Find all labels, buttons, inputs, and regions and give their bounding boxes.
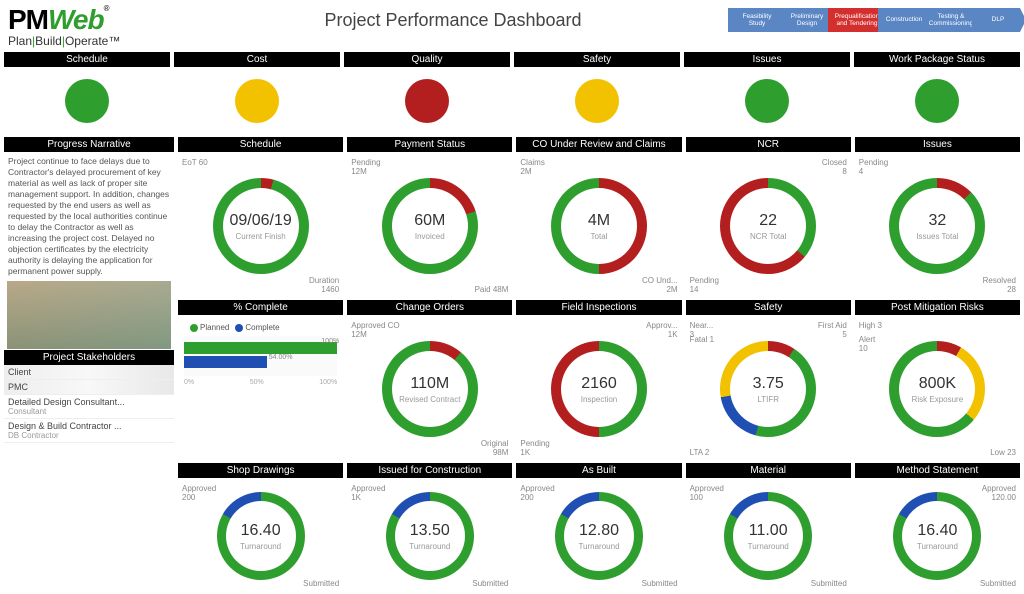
r1-hdr-3: NCR	[686, 137, 851, 152]
r2-hdr-0: % Complete	[178, 300, 343, 315]
status-hdr-3: Safety	[514, 52, 680, 67]
pct-complete-chart[interactable]: PlannedComplete100%54.00%0%50%100%	[178, 317, 343, 461]
donut-label: Submitted	[642, 579, 678, 588]
page-title: Project Performance Dashboard	[178, 4, 728, 31]
r2-hdr-3: Safety	[686, 300, 851, 315]
phase-4[interactable]: Testing & Commissioning	[922, 8, 976, 32]
donut-label: Approved1K	[351, 484, 385, 502]
donut-label: Duration1460	[309, 276, 339, 294]
r3-hdr-1: Issued for Construction	[347, 463, 512, 478]
phase-nav: Feasibility StudyPreliminary DesignPrequ…	[728, 4, 1016, 32]
status-indicator-icon	[575, 79, 619, 123]
donut-label: Submitted	[980, 579, 1016, 588]
phase-2[interactable]: Prequalification and Tendering	[828, 8, 882, 32]
status-dot-5	[854, 69, 1020, 133]
phase-0[interactable]: Feasibility Study	[728, 8, 782, 32]
donut-label: Alert10	[859, 335, 875, 353]
donut-label: Fatal 1	[690, 335, 714, 344]
donut-label: Approved200	[520, 484, 554, 502]
r1-hdr-0: Schedule	[178, 137, 343, 152]
project-image	[7, 281, 171, 349]
donut-co[interactable]: 4MTotalClaims2MCO Und...2M	[516, 154, 681, 298]
donut-label: Pending14	[690, 276, 719, 294]
donut-label: Submitted	[303, 579, 339, 588]
donut-safety[interactable]: 3.75LTIFRNear...3First Aid5LTA 2Fatal 1	[686, 317, 851, 461]
donut-label: Approved CO12M	[351, 321, 399, 339]
logo: PMWeb® Plan|Build|Operate™	[8, 4, 178, 48]
stakeholder-row[interactable]: Client	[4, 365, 174, 380]
donut-issues[interactable]: 32Issues TotalPending4Resolved28	[855, 154, 1020, 298]
status-indicator-icon	[235, 79, 279, 123]
status-hdr-0: Schedule	[4, 52, 170, 67]
r3-hdr-0: Shop Drawings	[178, 463, 343, 478]
donut-asbuilt[interactable]: 12.80TurnaroundApproved200Submitted	[516, 480, 681, 592]
status-indicator-icon	[915, 79, 959, 123]
r3-hdr-2: As Built	[516, 463, 681, 478]
stakeholder-row[interactable]: PMC	[4, 380, 174, 395]
r3-hdr-4: Method Statement	[855, 463, 1020, 478]
donut-label: Pending4	[859, 158, 888, 176]
donut-label: Submitted	[811, 579, 847, 588]
r1-hdr-1: Payment Status	[347, 137, 512, 152]
donut-label: First Aid5	[818, 321, 847, 339]
r2-hdr-2: Field Inspections	[516, 300, 681, 315]
donut-label: High 3	[859, 321, 882, 330]
r1-hdr-4: Issues	[855, 137, 1020, 152]
r3-hdr-3: Material	[686, 463, 851, 478]
donut-label: CO Und...2M	[642, 276, 678, 294]
donut-risk[interactable]: 800KRisk ExposureHigh 3Low 23Alert10	[855, 317, 1020, 461]
status-dot-4	[684, 69, 850, 133]
status-indicator-icon	[405, 79, 449, 123]
r2-hdr-4: Post Mitigation Risks	[855, 300, 1020, 315]
donut-change[interactable]: 110MRevised ContractApproved CO12MOrigin…	[347, 317, 512, 461]
donut-label: Original98M	[481, 439, 509, 457]
donut-label: Pending12M	[351, 158, 380, 176]
status-hdr-1: Cost	[174, 52, 340, 67]
progress-narrative: Project continue to face delays due to C…	[4, 154, 174, 280]
donut-ncr[interactable]: 22NCR TotalClosed8Pending14	[686, 154, 851, 298]
donut-schedule[interactable]: 09/06/19Current FinishEoT 60Duration1460	[178, 154, 343, 298]
left-column: Project continue to face delays due to C…	[4, 154, 174, 592]
status-indicator-icon	[745, 79, 789, 123]
donut-ifc[interactable]: 13.50TurnaroundApproved1KSubmitted	[347, 480, 512, 592]
phase-5[interactable]: DLP	[972, 8, 1020, 32]
status-dot-0	[4, 69, 170, 133]
status-indicator-icon	[65, 79, 109, 123]
donut-label: LTA 2	[690, 448, 710, 457]
donut-payment[interactable]: 60MInvoicedPending12MPaid 48M	[347, 154, 512, 298]
status-hdr-5: Work Package Status	[854, 52, 1020, 67]
status-dot-2	[344, 69, 510, 133]
narr-hdr: Progress Narrative	[4, 137, 174, 152]
donut-label: Submitted	[472, 579, 508, 588]
donut-label: Approv...1K	[646, 321, 677, 339]
donut-method[interactable]: 16.40TurnaroundApproved120.00Submitted	[855, 480, 1020, 592]
stakeholder-row[interactable]: Detailed Design Consultant...Consultant	[4, 395, 174, 419]
donut-label: Approved200	[182, 484, 216, 502]
donut-label: Approved100	[690, 484, 724, 502]
status-dot-3	[514, 69, 680, 133]
phase-3[interactable]: Construction	[878, 8, 926, 32]
donut-label: Paid 48M	[475, 285, 509, 294]
phase-1[interactable]: Preliminary Design	[778, 8, 832, 32]
donut-label: EoT 60	[182, 158, 208, 167]
donut-shop[interactable]: 16.40TurnaroundApproved200Submitted	[178, 480, 343, 592]
stakeholder-row[interactable]: Design & Build Contractor ...DB Contract…	[4, 419, 174, 443]
donut-label: Low 23	[990, 448, 1016, 457]
r2-hdr-1: Change Orders	[347, 300, 512, 315]
donut-label: Resolved28	[983, 276, 1016, 294]
donut-label: Approved120.00	[982, 484, 1016, 502]
r1-hdr-2: CO Under Review and Claims	[516, 137, 681, 152]
stakeholder-hdr: Project Stakeholders	[4, 350, 174, 365]
donut-label: Closed8	[822, 158, 847, 176]
donut-label: Claims2M	[520, 158, 544, 176]
donut-field[interactable]: 2160InspectionApprov...1KPending1K	[516, 317, 681, 461]
status-hdr-4: Issues	[684, 52, 850, 67]
donut-material[interactable]: 11.00TurnaroundApproved100Submitted	[686, 480, 851, 592]
status-hdr-2: Quality	[344, 52, 510, 67]
donut-label: Pending1K	[520, 439, 549, 457]
status-dot-1	[174, 69, 340, 133]
